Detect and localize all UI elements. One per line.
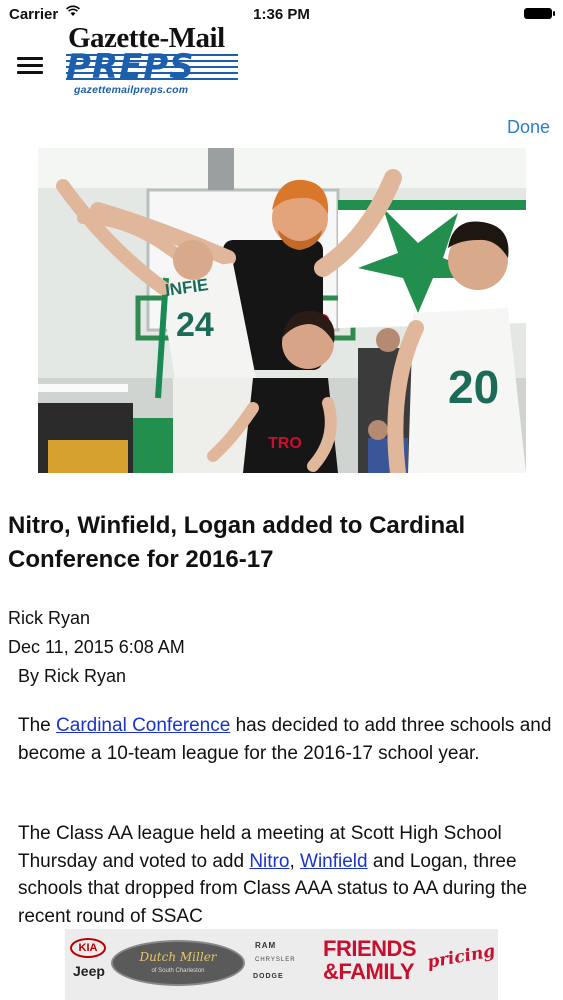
chrysler-logo: CHRYSLER bbox=[255, 957, 296, 963]
article-byline: By Rick Ryan bbox=[18, 666, 127, 686]
done-button[interactable]: Done bbox=[507, 117, 550, 138]
jeep-logo: Jeep bbox=[73, 963, 105, 979]
dealer-logo: Dutch Miller of South Charleston bbox=[111, 940, 245, 986]
article-paragraph-1: The Cardinal Conference has decided to a… bbox=[18, 712, 554, 767]
link-nitro[interactable]: Nitro bbox=[249, 851, 289, 872]
kia-logo: KIA bbox=[70, 938, 106, 958]
ram-logo: RAM bbox=[255, 941, 277, 950]
link-cardinal-conference[interactable]: Cardinal Conference bbox=[56, 715, 230, 736]
logo-preps-block: PREPS bbox=[66, 47, 238, 87]
dealer-name: Dutch Miller bbox=[139, 950, 217, 964]
ad-headline-family: &FAMILY bbox=[323, 959, 415, 984]
logo-preps: PREPS bbox=[66, 47, 195, 87]
article-author: Rick Ryan bbox=[8, 608, 91, 628]
dealer-subtitle: of South Charleston bbox=[151, 968, 205, 974]
p1-text-pre: The bbox=[18, 715, 57, 736]
jersey-right-number: 20 bbox=[448, 361, 499, 413]
article-title: Nitro, Winfield, Logan added to Cardinal… bbox=[8, 512, 466, 573]
clock: 1:36 PM bbox=[253, 6, 310, 23]
article-date: Dec 11, 2015 6:08 AM bbox=[8, 637, 185, 657]
article-hero-image: RO INFIE 24 TRO 20 bbox=[38, 148, 526, 473]
menu-icon[interactable] bbox=[17, 57, 43, 75]
link-winfield[interactable]: Winfield bbox=[300, 851, 368, 872]
ad-banner[interactable]: KIA Jeep Dutch Miller of South Charlesto… bbox=[65, 929, 498, 1000]
site-logo[interactable]: Gazette-Mail PREPS gazettemailpreps.com bbox=[62, 22, 244, 96]
battery-icon bbox=[524, 8, 555, 19]
p2-text-mid: , bbox=[289, 850, 301, 872]
logo-url: gazettemailpreps.com bbox=[74, 84, 189, 96]
jersey-left-number: 24 bbox=[176, 306, 214, 344]
dodge-logo: DODGE bbox=[253, 973, 284, 980]
article-paragraph-2: The Class AA league held a meeting at Sc… bbox=[18, 820, 554, 930]
ad-headline-pricing: pricing bbox=[425, 941, 497, 973]
svg-text:TRO: TRO bbox=[268, 435, 302, 452]
ad-headline-friends: FRIENDS bbox=[323, 936, 417, 961]
